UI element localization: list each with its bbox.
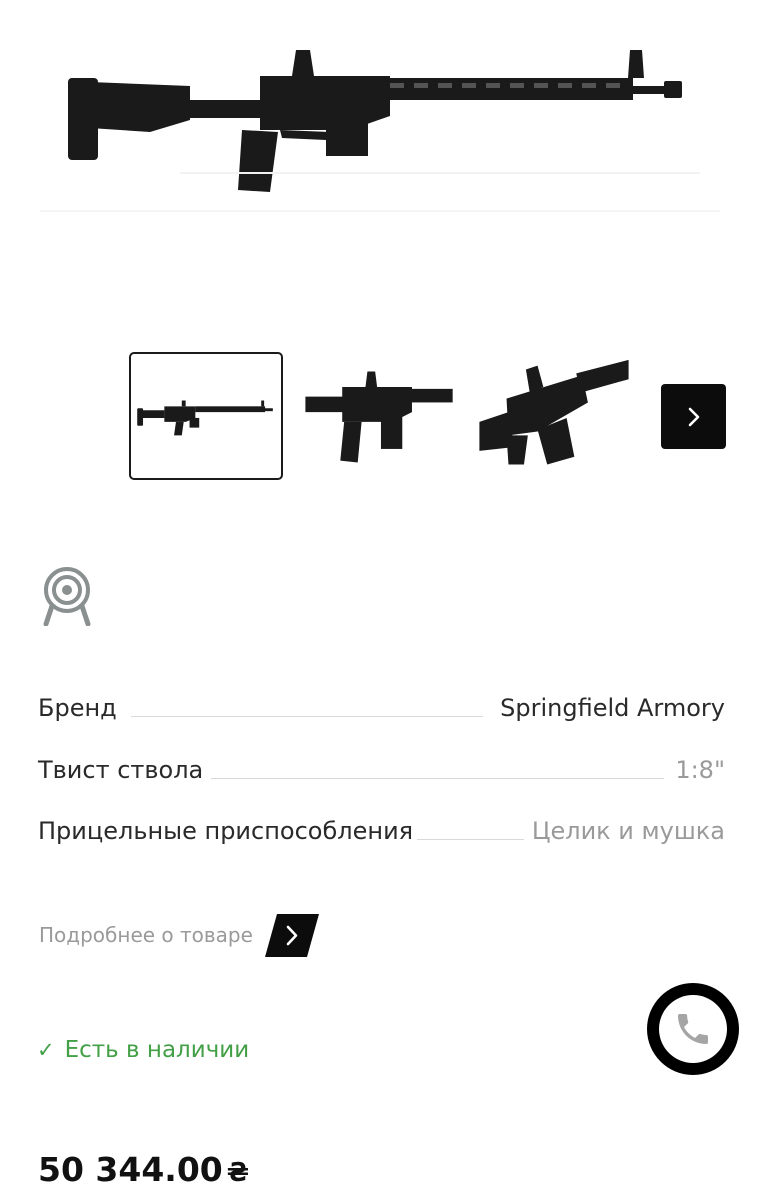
rifle-thumb-full — [137, 400, 273, 436]
spec-row-brand: Бренд Springfield Armory — [38, 688, 725, 728]
spec-divider — [211, 778, 664, 779]
product-main-image[interactable] — [30, 20, 730, 250]
price-currency: ₴ — [226, 1158, 250, 1188]
spec-value: Springfield Armory — [500, 694, 725, 722]
price-amount: 50 344.00 — [38, 1150, 223, 1189]
thumbnail-receiver-angle[interactable] — [477, 352, 631, 480]
target-icon — [38, 566, 96, 627]
chevron-right-icon — [688, 407, 699, 426]
call-button[interactable] — [647, 983, 739, 1075]
rifle-illustration — [40, 50, 720, 212]
phone-icon — [678, 1014, 708, 1044]
gallery-next-button[interactable] — [661, 384, 726, 449]
more-about-product-button[interactable] — [265, 914, 319, 957]
product-price: 50 344.00 ₴ — [38, 1148, 249, 1195]
rifle-thumb-angle — [479, 359, 629, 465]
check-icon: ✓ — [37, 1038, 55, 1062]
availability-status: ✓ Есть в наличии — [37, 1032, 249, 1068]
spec-label: Бренд — [38, 694, 117, 722]
spec-row-sights: Прицельные приспособления Целик и мушка — [38, 811, 725, 851]
spec-value: Целик и мушка — [531, 817, 725, 845]
spec-label: Твист ствола — [38, 756, 204, 784]
call-button-inner — [659, 995, 727, 1063]
spec-row-barrel-twist: Твист ствола 1:8" — [38, 750, 725, 790]
spec-label: Прицельные приспособления — [38, 817, 414, 845]
spec-divider — [131, 716, 483, 717]
more-about-product-link[interactable]: Подробнее о товаре — [39, 918, 253, 952]
thumbnail-receiver-side[interactable] — [303, 352, 457, 480]
spec-value: 1:8" — [675, 756, 725, 784]
availability-label: Есть в наличии — [64, 1037, 250, 1063]
spec-divider — [417, 839, 524, 840]
rifle-thumb-receiver — [305, 371, 453, 463]
thumbnail-full-rifle[interactable] — [129, 352, 283, 480]
